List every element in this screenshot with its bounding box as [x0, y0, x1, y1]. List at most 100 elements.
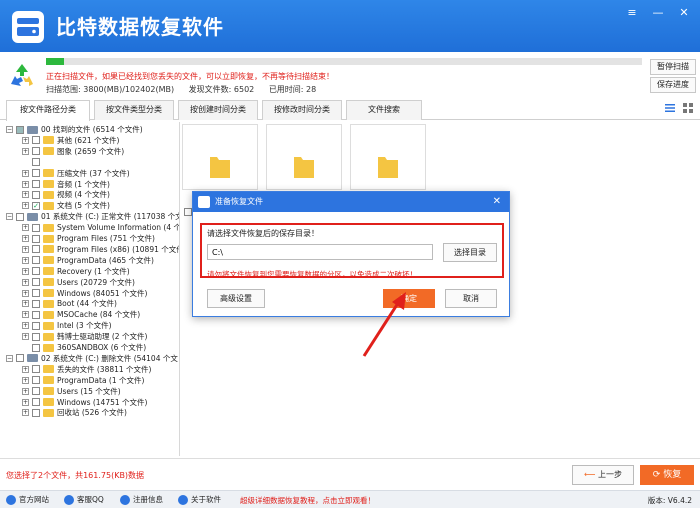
tree-expander-icon[interactable]: + [22, 147, 29, 155]
tab-by-modified-time[interactable]: 按修改时间分类 [262, 100, 342, 120]
tree-checkbox[interactable] [32, 299, 40, 308]
cancel-button[interactable]: 取消 [445, 289, 497, 308]
tree-folder-node[interactable]: + Program Files (x86) (10891 个文件 [22, 244, 179, 255]
tree-checkbox[interactable] [32, 387, 40, 396]
tree-checkbox[interactable] [32, 332, 40, 341]
tree-checkbox[interactable] [32, 278, 40, 287]
tree-expander-icon[interactable]: + [22, 311, 29, 319]
tree-folder-node[interactable]: + Windows (84051 个文件) [22, 288, 147, 299]
tree-folder-node[interactable]: + Intel (3 个文件) [22, 320, 112, 331]
tree-expander-icon[interactable]: + [22, 136, 29, 144]
tree-drive-node[interactable]: − 01 系统文件 (C:) 正常文件 (117038 个文 [6, 211, 179, 222]
tree-expander-icon[interactable]: + [22, 180, 29, 188]
tree-folder-node[interactable]: + System Volume Information (4 个文 [22, 222, 179, 233]
tree-folder-node[interactable]: + MSOCache (84 个文件) [22, 309, 140, 320]
tree-expander-icon[interactable]: − [6, 213, 13, 221]
tree-expander-icon[interactable]: + [22, 202, 29, 210]
tree-folder-node[interactable]: + 文档 (5 个文件) [22, 200, 110, 211]
tree-drive-node[interactable]: − 02 系统文件 (C:) 删除文件 (54104 个文 [6, 353, 178, 364]
tree-folder-node[interactable]: + Windows (14751 个文件) [22, 397, 147, 408]
file-tile[interactable] [266, 124, 342, 190]
footer-about[interactable]: 关于软件 [178, 494, 221, 505]
tree-expander-icon[interactable]: + [22, 278, 29, 286]
tree-expander-icon[interactable]: + [22, 267, 29, 275]
tree-checkbox[interactable] [32, 136, 40, 145]
tree-expander-icon[interactable]: − [6, 126, 13, 133]
tree-folder-node[interactable]: + 其他 (621 个文件) [22, 135, 119, 146]
tree-checkbox[interactable] [32, 223, 40, 232]
tree-checkbox[interactable] [32, 343, 40, 352]
choose-directory-button[interactable]: 选择目录 [443, 243, 497, 262]
tree-checkbox[interactable] [32, 147, 40, 156]
tree-expander-icon[interactable]: + [22, 300, 29, 308]
tree-checkbox[interactable] [32, 267, 40, 276]
tree-checkbox[interactable] [32, 365, 40, 374]
tree-checkbox[interactable] [32, 321, 40, 330]
tree-checkbox[interactable] [32, 201, 40, 210]
tab-file-search[interactable]: 文件搜索 [346, 100, 422, 120]
tree-folder-node[interactable]: + Users (15 个文件) [22, 386, 121, 397]
tree-expander-icon[interactable]: + [22, 289, 29, 297]
tree-checkbox[interactable] [32, 245, 40, 254]
tree-folder-node[interactable]: + 视频 (4 个文件) [22, 189, 110, 200]
tree-folder-node[interactable]: + 回收站 (526 个文件) [22, 407, 127, 418]
tree-folder-node[interactable]: 360SANDBOX (6 个文件) [22, 342, 146, 353]
tree-folder-node[interactable] [22, 157, 43, 168]
tree-expander-icon[interactable]: + [22, 398, 29, 406]
tree-checkbox[interactable] [16, 125, 24, 134]
file-tile-checkbox[interactable] [184, 208, 192, 216]
recover-button[interactable]: ⟳ 恢复 [640, 465, 694, 485]
tree-expander-icon[interactable]: − [6, 354, 13, 362]
pause-scan-button[interactable]: 暂停扫描 [650, 59, 696, 75]
save-progress-button[interactable]: 保存进度 [650, 77, 696, 93]
tree-checkbox[interactable] [32, 398, 40, 406]
menu-icon[interactable]: ≡ [624, 6, 640, 20]
tree-expander-icon[interactable]: + [22, 245, 29, 253]
tree-expander-icon[interactable]: + [22, 365, 29, 373]
tree-folder-node[interactable]: + Program Files (751 个文件) [22, 233, 155, 244]
tree-expander-icon[interactable]: + [22, 256, 29, 264]
tree-folder-node[interactable]: + 丢失的文件 (38811 个文件) [22, 364, 151, 375]
grid-view-icon[interactable] [682, 102, 694, 114]
advanced-settings-button[interactable]: 高级设置 [207, 289, 265, 308]
tree-checkbox[interactable] [32, 310, 40, 319]
tree-folder-node[interactable]: + 压缩文件 (37 个文件) [22, 168, 130, 179]
tree-checkbox[interactable] [32, 234, 40, 243]
tree-expander-icon[interactable]: + [22, 376, 29, 384]
tree-checkbox[interactable] [32, 190, 40, 199]
tab-by-type[interactable]: 按文件类型分类 [94, 100, 174, 120]
tree-folder-node[interactable]: + Users (20729 个文件) [22, 277, 135, 288]
tree-checkbox[interactable] [32, 289, 40, 297]
tree-expander-icon[interactable]: + [22, 191, 29, 199]
tab-by-path[interactable]: 按文件路径分类 [6, 100, 90, 121]
tree-folder-node[interactable]: + 图象 (2659 个文件) [22, 146, 124, 157]
tab-by-created-time[interactable]: 按创建时间分类 [178, 100, 258, 120]
tree-folder-node[interactable]: + 音频 (1 个文件) [22, 179, 110, 190]
tree-checkbox[interactable] [32, 376, 40, 385]
tree-folder-node[interactable]: + Boot (44 个文件) [22, 298, 117, 309]
tree-folder-node[interactable]: + 韩博士驱动助理 (2 个文件) [22, 331, 147, 342]
close-icon[interactable]: ✕ [676, 6, 692, 20]
tree-folder-node[interactable]: + ProgramData (465 个文件) [22, 255, 154, 266]
tree-checkbox[interactable] [16, 354, 24, 363]
tree-expander-icon[interactable]: + [22, 235, 29, 242]
tree-drive-node[interactable]: − 00 找到的文件 (6514 个文件) [6, 124, 143, 135]
file-tile[interactable] [182, 124, 258, 190]
tree-checkbox[interactable] [16, 212, 24, 221]
tree-checkbox[interactable] [32, 256, 40, 265]
tree-checkbox[interactable] [32, 158, 40, 167]
tree-expander-icon[interactable]: + [22, 387, 29, 395]
tree-expander-icon[interactable]: + [22, 333, 29, 341]
minimize-icon[interactable]: — [650, 6, 666, 20]
tree-expander-icon[interactable]: + [22, 224, 29, 232]
tree-expander-icon[interactable]: + [22, 409, 29, 417]
save-path-input[interactable] [207, 244, 433, 260]
tree-folder-node[interactable]: + ProgramData (1 个文件) [22, 375, 144, 386]
tree-expander-icon[interactable]: + [22, 169, 29, 177]
footer-registration[interactable]: 注册信息 [120, 494, 163, 505]
tutorial-promo-link[interactable]: 超级详细数据恢复教程，点击立即观看！ [240, 495, 375, 506]
tree-checkbox[interactable] [32, 169, 40, 178]
footer-support-qq[interactable]: 客服QQ [64, 494, 104, 505]
footer-official-site[interactable]: 官方网站 [6, 494, 49, 505]
previous-step-button[interactable]: ⟵ 上一步 [572, 465, 634, 485]
